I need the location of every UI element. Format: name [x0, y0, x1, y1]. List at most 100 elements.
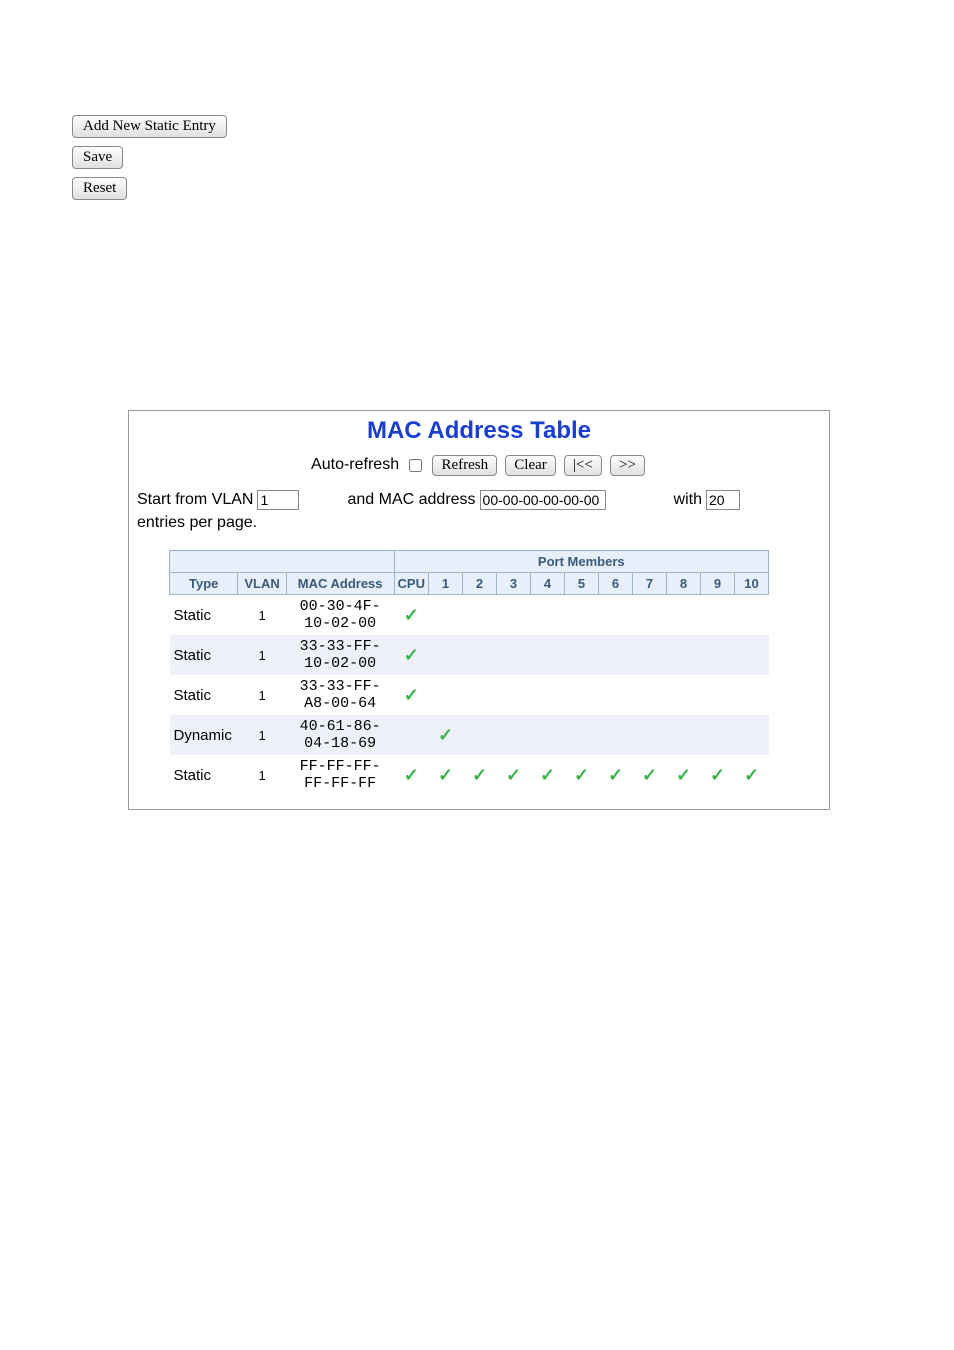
cell-port-2: [463, 715, 497, 755]
mac-address-table-panel: MAC Address Table Auto-refresh Refresh C…: [128, 410, 830, 810]
cell-port-1: [429, 595, 463, 636]
cell-port-6: [599, 635, 633, 675]
cell-port-2: ✓: [463, 755, 497, 795]
cell-port-7: [633, 715, 667, 755]
table-header-port-4: 4: [531, 573, 565, 595]
cell-port-6: ✓: [599, 755, 633, 795]
cell-vlan: 1: [238, 675, 286, 715]
table-header-port-9: 9: [701, 573, 735, 595]
cell-port-2: [463, 595, 497, 636]
table-header-port-8: 8: [667, 573, 701, 595]
table-header-port-3: 3: [497, 573, 531, 595]
cell-type: Static: [170, 675, 238, 715]
and-mac-label: and MAC address: [347, 491, 475, 509]
with-label: with: [674, 491, 702, 509]
table-header-port-members: Port Members: [394, 551, 768, 573]
control-row: Auto-refresh Refresh Clear |<< >>: [129, 455, 829, 476]
cell-cpu: ✓: [394, 675, 428, 715]
table-header-port-7: 7: [633, 573, 667, 595]
cell-port-5: [565, 715, 599, 755]
check-icon: ✓: [404, 685, 419, 705]
check-icon: ✓: [438, 765, 453, 785]
table-header-port-1: 1: [429, 573, 463, 595]
cell-port-10: [735, 595, 769, 636]
table-row: Dynamic140-61-86-04-18-69✓: [170, 715, 769, 755]
cell-port-3: [497, 635, 531, 675]
page-first-button[interactable]: |<<: [564, 455, 602, 476]
table-row: Static133-33-FF-10-02-00✓: [170, 635, 769, 675]
cell-port-7: [633, 675, 667, 715]
table-header-type: Type: [170, 573, 238, 595]
cell-port-8: [667, 715, 701, 755]
cell-type: Static: [170, 755, 238, 795]
entries-label: entries per page.: [137, 514, 257, 532]
refresh-button[interactable]: Refresh: [432, 455, 497, 476]
check-icon: ✓: [574, 765, 589, 785]
save-button[interactable]: Save: [72, 146, 123, 169]
cell-cpu: ✓: [394, 595, 428, 636]
cell-port-2: [463, 635, 497, 675]
cell-port-3: [497, 715, 531, 755]
table-header-port-10: 10: [735, 573, 769, 595]
cell-port-10: [735, 675, 769, 715]
cell-port-3: ✓: [497, 755, 531, 795]
auto-refresh-label: Auto-refresh: [311, 456, 399, 473]
check-icon: ✓: [642, 765, 657, 785]
cell-port-6: [599, 595, 633, 636]
cell-vlan: 1: [238, 635, 286, 675]
cell-vlan: 1: [238, 715, 286, 755]
auto-refresh-checkbox[interactable]: [409, 459, 422, 472]
cell-type: Static: [170, 595, 238, 636]
cell-port-10: [735, 635, 769, 675]
cell-port-10: ✓: [735, 755, 769, 795]
mac-address-input[interactable]: [480, 490, 606, 510]
cell-port-8: ✓: [667, 755, 701, 795]
cell-port-4: [531, 715, 565, 755]
check-icon: ✓: [676, 765, 691, 785]
entries-per-page-input[interactable]: [706, 490, 740, 510]
cell-port-1: ✓: [429, 755, 463, 795]
cell-port-8: [667, 595, 701, 636]
filter-row: Start from VLAN and MAC address with ent…: [129, 490, 829, 532]
page-next-button[interactable]: >>: [610, 455, 645, 476]
cell-port-1: ✓: [429, 715, 463, 755]
cell-vlan: 1: [238, 755, 286, 795]
check-icon: ✓: [472, 765, 487, 785]
table-row: Static1FF-FF-FF-FF-FF-FF ✓ ✓ ✓ ✓ ✓ ✓ ✓ ✓ ✓ ✓ ✓: [170, 755, 769, 795]
cell-mac: 33-33-FF-A8-00-64: [286, 675, 394, 715]
cell-port-8: [667, 675, 701, 715]
cell-port-9: [701, 635, 735, 675]
cell-port-4: [531, 635, 565, 675]
cell-port-7: ✓: [633, 755, 667, 795]
cell-port-5: [565, 675, 599, 715]
cell-port-5: ✓: [565, 755, 599, 795]
table-header-port-6: 6: [599, 573, 633, 595]
table-header-port-2: 2: [463, 573, 497, 595]
cell-vlan: 1: [238, 595, 286, 636]
add-new-static-entry-button[interactable]: Add New Static Entry: [72, 115, 227, 138]
cell-port-1: [429, 635, 463, 675]
check-icon: ✓: [506, 765, 521, 785]
clear-button[interactable]: Clear: [505, 455, 555, 476]
cell-port-4: ✓: [531, 755, 565, 795]
cell-cpu: ✓: [394, 755, 428, 795]
cell-port-7: [633, 635, 667, 675]
reset-button[interactable]: Reset: [72, 177, 127, 200]
cell-port-9: ✓: [701, 755, 735, 795]
check-icon: ✓: [608, 765, 623, 785]
check-icon: ✓: [404, 765, 419, 785]
check-icon: ✓: [710, 765, 725, 785]
check-icon: ✓: [540, 765, 555, 785]
cell-cpu: ✓: [394, 635, 428, 675]
table-header-cpu: CPU: [394, 573, 428, 595]
mac-address-table: Port Members Type VLAN MAC Address CPU 1…: [169, 550, 769, 795]
cell-port-3: [497, 595, 531, 636]
cell-port-9: [701, 675, 735, 715]
cell-mac: 40-61-86-04-18-69: [286, 715, 394, 755]
start-vlan-input[interactable]: [257, 490, 299, 510]
cell-port-6: [599, 675, 633, 715]
table-row: Static100-30-4F-10-02-00✓: [170, 595, 769, 636]
check-icon: ✓: [438, 725, 453, 745]
cell-port-1: [429, 675, 463, 715]
cell-mac: FF-FF-FF-FF-FF-FF: [286, 755, 394, 795]
